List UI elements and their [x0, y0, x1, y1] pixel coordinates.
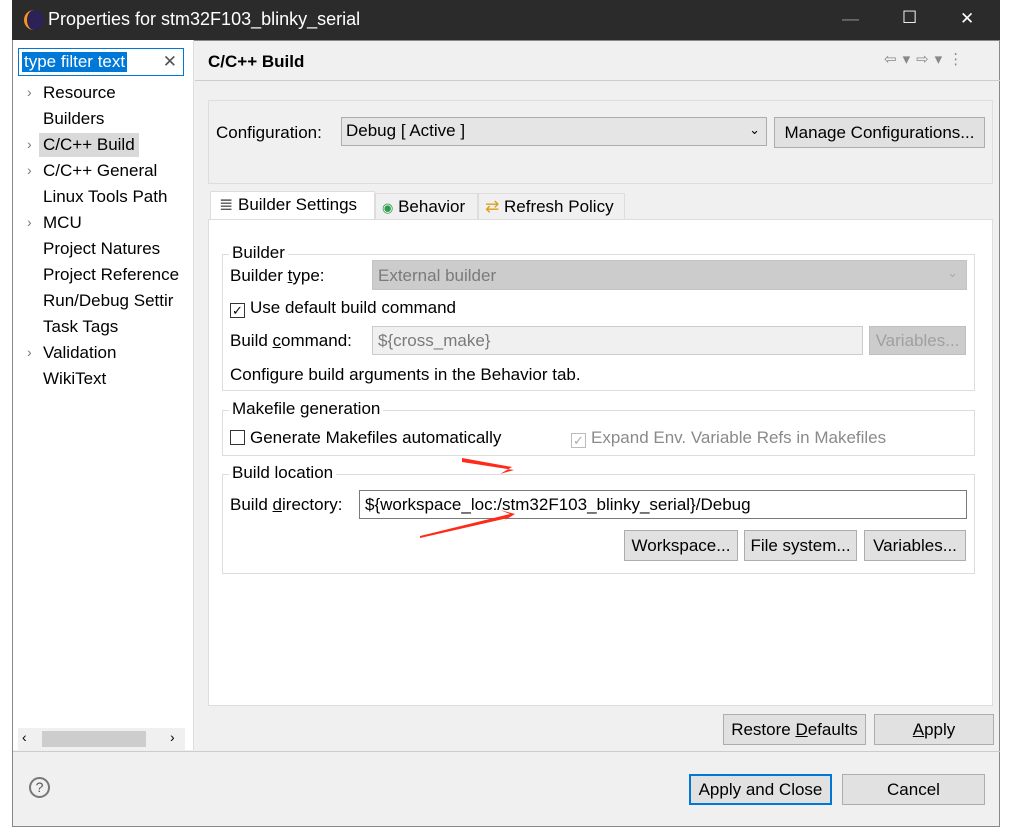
tab-behavior[interactable]: ◉ Behavior — [375, 193, 478, 220]
back-icon[interactable]: ⇦▾ — [884, 51, 916, 68]
forward-icon[interactable]: ⇨▾ — [916, 51, 948, 68]
chevron-right-icon[interactable]: › — [27, 214, 32, 230]
tab-label: Builder Settings — [237, 195, 358, 214]
sidebar: type filter text ✕ › Resource Builders › C/C… — [13, 40, 194, 750]
workspace-button[interactable]: Workspace... — [624, 530, 738, 561]
build-location-group: Build location — [222, 463, 975, 574]
sidebar-item[interactable]: C/C++ Build — [39, 133, 139, 157]
sidebar-item[interactable]: WikiText — [39, 367, 106, 391]
sidebar-item[interactable]: MCU — [39, 211, 82, 235]
tab-label: Behavior — [398, 197, 466, 216]
chevron-down-icon: ⌄ — [749, 122, 760, 137]
red-arrow-icon — [420, 510, 515, 538]
horizontal-scrollbar[interactable]: ‹ › — [18, 728, 185, 750]
tab-refresh-policy[interactable]: ⇄ Refresh Policy — [478, 193, 625, 220]
configuration-label: Configuration: — [216, 123, 322, 142]
sidebar-item[interactable]: Resource — [39, 81, 116, 105]
tab-label: Refresh Policy — [503, 197, 614, 216]
checkbox-unchecked-icon[interactable] — [230, 430, 245, 445]
sidebar-item[interactable]: Builders — [39, 107, 104, 131]
nav-buttons[interactable]: ⇦▾⇨▾⋮ — [884, 50, 969, 68]
apply-and-close-button[interactable]: Apply and Close — [689, 774, 832, 805]
refresh-icon: ⇄ — [485, 197, 500, 216]
sidebar-item[interactable]: Task Tags — [39, 315, 118, 339]
title-bar: Properties for stm32F103_blinky_serial —… — [12, 0, 1000, 40]
list-icon: ≣ — [219, 195, 234, 214]
annotation-arrows — [420, 458, 515, 538]
builder-type-select[interactable]: External builder ⌄ — [372, 260, 967, 290]
sidebar-item[interactable]: Validation — [39, 341, 116, 365]
footer-divider — [13, 751, 1000, 752]
scroll-left-icon[interactable]: ‹ — [22, 729, 27, 745]
filter-text: type filter text — [22, 52, 128, 72]
eclipse-icon — [24, 10, 44, 30]
build-command-input[interactable]: ${cross_make} — [372, 326, 863, 355]
help-icon[interactable]: ? — [29, 777, 50, 798]
radio-icon: ◉ — [382, 200, 394, 215]
group-label: Build location — [229, 463, 337, 483]
variables-button[interactable]: Variables... — [864, 530, 966, 561]
restore-defaults-button[interactable]: Restore Defaults — [723, 714, 866, 745]
close-button[interactable]: ✕ — [960, 9, 974, 29]
configuration-select[interactable]: Debug [ Active ] ⌄ — [341, 117, 767, 146]
checkbox-checked-icon[interactable]: ✓ — [571, 433, 586, 448]
cancel-button[interactable]: Cancel — [842, 774, 985, 805]
window-title: Properties for stm32F103_blinky_serial — [48, 9, 361, 29]
header-divider — [195, 80, 1000, 81]
page-title: C/C++ Build — [208, 52, 305, 71]
sidebar-item[interactable]: Linux Tools Path — [39, 185, 167, 209]
file-system-button[interactable]: File system... — [744, 530, 857, 561]
manage-configurations-button[interactable]: Manage Configurations... — [774, 117, 985, 148]
chevron-right-icon[interactable]: › — [27, 344, 32, 360]
red-arrow-icon — [462, 458, 514, 474]
builder-type-value: External builder — [378, 266, 497, 285]
apply-button[interactable]: Apply — [874, 714, 994, 745]
more-icon[interactable]: ⋮ — [948, 51, 969, 68]
clear-icon[interactable]: ✕ — [163, 52, 177, 72]
build-command-value: ${cross_make} — [378, 331, 491, 350]
sidebar-item[interactable]: C/C++ General — [39, 159, 157, 183]
chevron-right-icon[interactable]: › — [27, 136, 32, 152]
group-label: Builder — [229, 243, 288, 263]
scroll-thumb[interactable] — [42, 731, 146, 747]
expand-env-checkbox[interactable]: ✓ Expand Env. Variable Refs in Makefiles — [571, 428, 886, 448]
sidebar-item[interactable]: Project Reference — [39, 263, 179, 287]
build-directory-label: Build directory: — [230, 495, 343, 514]
filter-input[interactable]: type filter text ✕ — [18, 48, 184, 76]
variables-button-disabled[interactable]: Variables... — [869, 326, 966, 355]
sidebar-item[interactable]: Project Natures — [39, 237, 160, 261]
checkbox-label: Use default build command — [250, 298, 457, 317]
behavior-note: Configure build arguments in the Behavio… — [230, 365, 581, 384]
group-label: Makefile generation — [229, 399, 384, 419]
checkbox-label: Expand Env. Variable Refs in Makefiles — [591, 428, 887, 447]
chevron-right-icon[interactable]: › — [27, 84, 32, 100]
checkbox-checked-icon[interactable]: ✓ — [230, 303, 245, 318]
build-command-label: Build command: — [230, 331, 352, 350]
chevron-down-icon: ⌄ — [947, 265, 958, 280]
use-default-checkbox[interactable]: ✓ Use default build command — [230, 298, 456, 318]
configuration-value: Debug [ Active ] — [346, 121, 466, 140]
minimize-button[interactable]: — — [842, 9, 859, 29]
maximize-button[interactable]: ☐ — [902, 8, 917, 28]
sidebar-item[interactable]: Run/Debug Settir — [39, 289, 173, 313]
tab-builder-settings[interactable]: ≣ Builder Settings — [210, 191, 375, 220]
chevron-right-icon[interactable]: › — [27, 162, 32, 178]
scroll-right-icon[interactable]: › — [170, 729, 175, 745]
builder-type-label: Builder type: — [230, 266, 325, 285]
